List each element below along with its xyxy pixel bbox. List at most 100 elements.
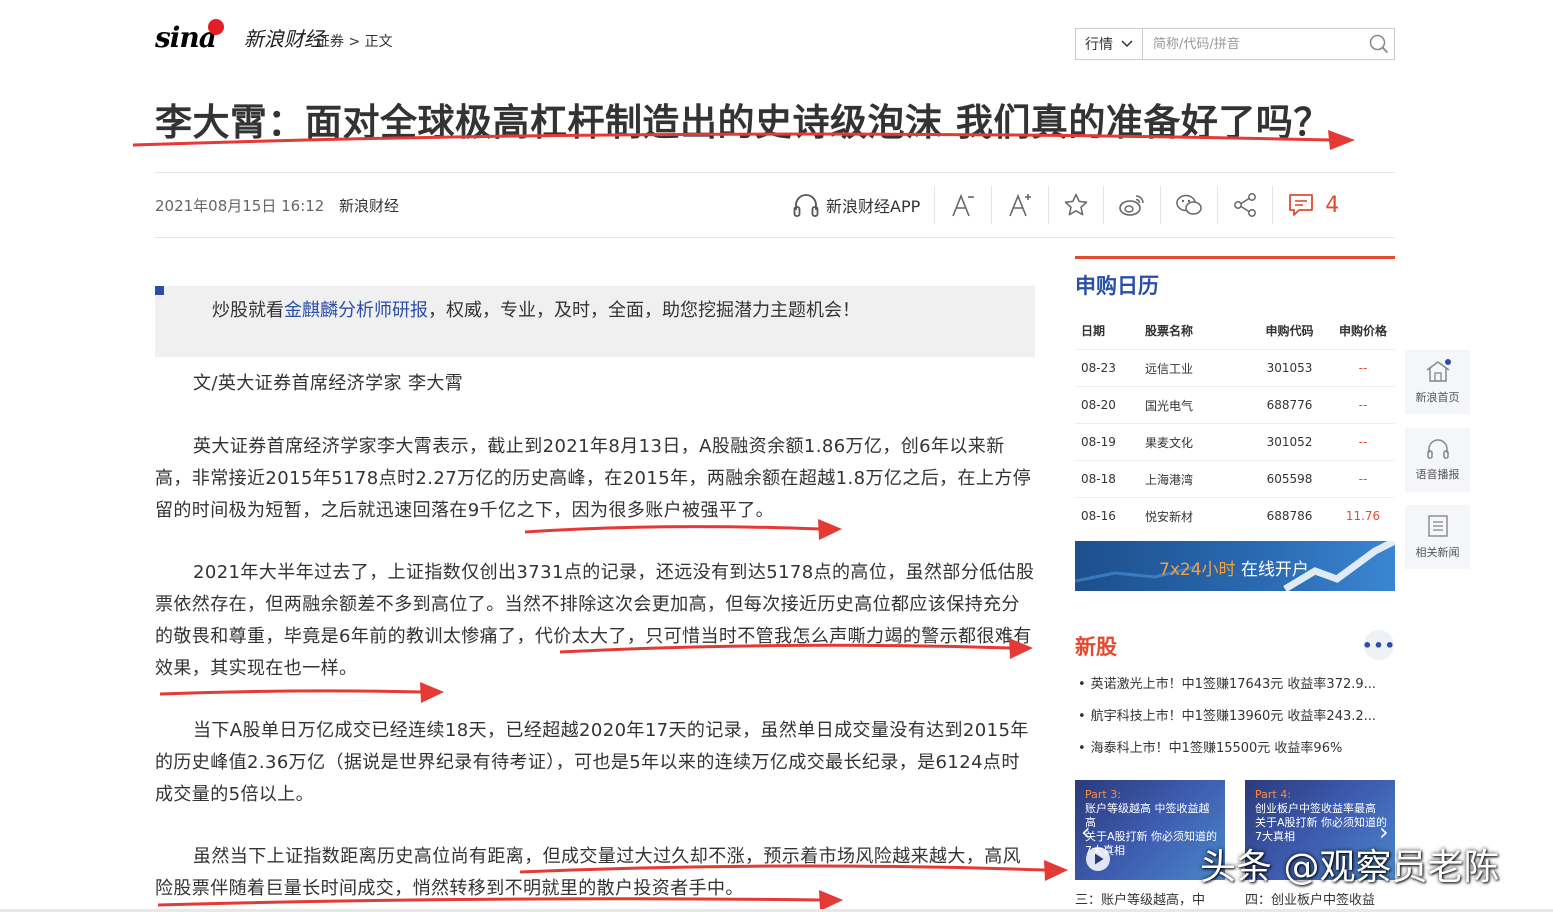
- search-input[interactable]: [1143, 29, 1364, 59]
- ipo-date: 08-20: [1075, 386, 1145, 424]
- share-weibo-button[interactable]: [1104, 186, 1162, 224]
- new-stocks-list: 英诺激光上市！中1签赚17643元 收益率372.9... 航宇科技上市！中1签…: [1075, 674, 1395, 770]
- star-icon: [1064, 193, 1088, 216]
- promo-text: 炒股就看金麒麟分析师研报，权威，专业，及时，全面，助您挖掘潜力主题机会！: [212, 296, 860, 322]
- search-type-select[interactable]: 行情: [1076, 29, 1143, 59]
- document-list-icon: [1427, 515, 1448, 537]
- table-row[interactable]: 08-18 上海港湾 605598 --: [1075, 460, 1395, 498]
- share-icon: [1234, 193, 1257, 217]
- list-item[interactable]: 海泰科上市！中1签赚15500元 收益率96%: [1075, 738, 1395, 770]
- promo-marker: [155, 286, 164, 295]
- ipo-code: 605598: [1248, 460, 1331, 498]
- article-source[interactable]: 新浪财经: [339, 195, 399, 216]
- ipo-code: 301053: [1248, 349, 1331, 387]
- ipo-date: 08-16: [1075, 497, 1145, 534]
- ipo-stock-name[interactable]: 上海港湾: [1145, 460, 1248, 498]
- article-paragraph: 虽然当下上证指数距离历史高位尚有距离，但成交量过大过久却不涨，预示着市场风险越来…: [155, 846, 1021, 899]
- article-paragraph: 英大证券首席经济学家李大霄表示，截止到2021年8月13日，A股融资余额1.86…: [155, 436, 1032, 521]
- finance-logo-text: 新浪财经: [243, 26, 324, 51]
- thumb-part: Part 3:: [1085, 788, 1121, 801]
- table-row[interactable]: 08-20 国光电气 688776 --: [1075, 386, 1395, 424]
- comment-count: 4: [1325, 192, 1340, 218]
- article-paragraph: 当下A股单日万亿成交已经连续18天，已经超越2020年17天的记录，虽然单日成交…: [155, 720, 1029, 805]
- chevron-down-icon: [1121, 40, 1133, 48]
- home-icon: [1426, 359, 1451, 382]
- table-row[interactable]: 08-23 远信工业 301053 --: [1075, 349, 1395, 387]
- divider: [155, 237, 1395, 238]
- app-download-button[interactable]: 新浪财经APP: [790, 186, 936, 224]
- table-row[interactable]: 08-16 悦安新材 688786 11.76: [1075, 497, 1395, 534]
- app-label: 新浪财经APP: [826, 197, 921, 216]
- sina-finance-logo[interactable]: sina 新浪财经: [155, 19, 324, 54]
- divider: [155, 172, 1395, 173]
- font-increase-icon: [1009, 193, 1032, 217]
- ipo-stock-name[interactable]: 远信工业: [1145, 349, 1248, 387]
- ipo-calendar-table: 日期 股票名称 申购代码 申购价格 08-23 远信工业 301053 -- 0…: [1075, 311, 1395, 534]
- ipo-date: 08-18: [1075, 460, 1145, 498]
- article-byline: 文/英大证券首席经济学家 李大霄: [193, 373, 464, 394]
- column-header-code: 申购代码: [1265, 323, 1314, 338]
- ipo-code: 301052: [1248, 423, 1331, 461]
- list-item[interactable]: 英诺激光上市！中1签赚17643元 收益率372.9...: [1075, 674, 1395, 706]
- headphone-icon: [1426, 439, 1449, 459]
- article-title: 李大霄：面对全球极高杠杆制造出的史诗级泡沫 我们真的准备好了吗？: [155, 101, 1331, 144]
- more-button[interactable]: •••: [1362, 630, 1395, 660]
- chevron-left-icon[interactable]: ‹: [1081, 818, 1091, 846]
- banner-text: 7x24小时 在线开户: [1159, 555, 1309, 580]
- list-item[interactable]: 航宇科技上市！中1签赚13960元 收益率243.2...: [1075, 706, 1395, 738]
- favorite-button[interactable]: [1049, 186, 1105, 224]
- ipo-price: --: [1331, 460, 1395, 498]
- sina-eye-icon: [207, 19, 224, 35]
- breadcrumb-section[interactable]: 证券: [316, 34, 344, 50]
- publish-date: 2021年08月15日 16:12: [155, 197, 325, 215]
- breadcrumb: 证券 > 正文: [316, 31, 393, 51]
- font-increase-button[interactable]: [992, 186, 1050, 224]
- ipo-code: 688776: [1248, 386, 1331, 424]
- thumbnail-caption[interactable]: 四：创业板户中签收益: [1245, 889, 1375, 908]
- font-decrease-button[interactable]: [935, 186, 993, 224]
- promo-prefix: 炒股就看: [212, 300, 284, 321]
- share-button[interactable]: [1218, 186, 1274, 224]
- column-header-date: 日期: [1081, 323, 1106, 338]
- account-opening-banner[interactable]: 7x24小时 在线开户: [1075, 541, 1395, 591]
- float-home-button[interactable]: 新浪首页: [1405, 350, 1470, 414]
- ipo-price: --: [1331, 423, 1395, 461]
- column-header-name: 股票名称: [1145, 323, 1194, 338]
- float-related-button[interactable]: 相关新闻: [1405, 505, 1470, 569]
- annotation-arrow: [159, 682, 444, 703]
- new-stocks-title[interactable]: 新股: [1075, 631, 1117, 661]
- comment-icon: [1289, 194, 1314, 216]
- share-wechat-button[interactable]: [1161, 186, 1219, 224]
- search-button[interactable]: [1364, 34, 1394, 54]
- thumbnail-caption[interactable]: 三：账户等级越高，中: [1075, 889, 1205, 908]
- weibo-icon: [1119, 195, 1144, 216]
- play-icon[interactable]: [1085, 846, 1111, 872]
- comment-button[interactable]: 4: [1273, 186, 1353, 224]
- ipo-calendar-title[interactable]: 申购日历: [1075, 270, 1159, 300]
- float-audio-button[interactable]: 语音播报: [1405, 428, 1470, 492]
- float-home-label: 新浪首页: [1415, 391, 1460, 404]
- headphone-icon: [793, 194, 819, 217]
- table-row[interactable]: 08-19 果麦文化 301052 --: [1075, 423, 1395, 461]
- search-type-value: 行情: [1085, 37, 1113, 53]
- ipo-date: 08-19: [1075, 423, 1145, 461]
- toutiao-watermark: 头条 @观察员老陈: [1200, 847, 1500, 888]
- float-related-label: 相关新闻: [1415, 546, 1460, 559]
- banner-highlight: 7x24小时: [1159, 560, 1236, 580]
- quote-search: 行情: [1075, 28, 1395, 60]
- wechat-icon: [1176, 194, 1202, 215]
- article-paragraph: 2021年大半年过去了，上证指数仅创出3731点的记录，还远没有到达5178点的…: [155, 562, 1035, 679]
- search-icon: [1369, 34, 1389, 54]
- promo-link[interactable]: 金麒麟分析师研报: [284, 300, 428, 321]
- ipo-date: 08-23: [1075, 349, 1145, 387]
- ipo-stock-name[interactable]: 悦安新材: [1145, 497, 1248, 534]
- ipo-stock-name[interactable]: 国光电气: [1145, 386, 1248, 424]
- float-audio-label: 语音播报: [1415, 468, 1460, 481]
- thumb-line: 账户等级越高 中签收益越高: [1085, 802, 1210, 829]
- ipo-stock-name[interactable]: 果麦文化: [1145, 423, 1248, 461]
- ipo-code: 688786: [1248, 497, 1331, 534]
- sidebar-accent-line: [1075, 256, 1395, 259]
- promo-suffix: ，权威，专业，及时，全面，助您挖掘潜力主题机会！: [428, 300, 860, 321]
- ipo-price: 11.76: [1331, 497, 1395, 534]
- thumb-part: Part 4:: [1255, 788, 1291, 801]
